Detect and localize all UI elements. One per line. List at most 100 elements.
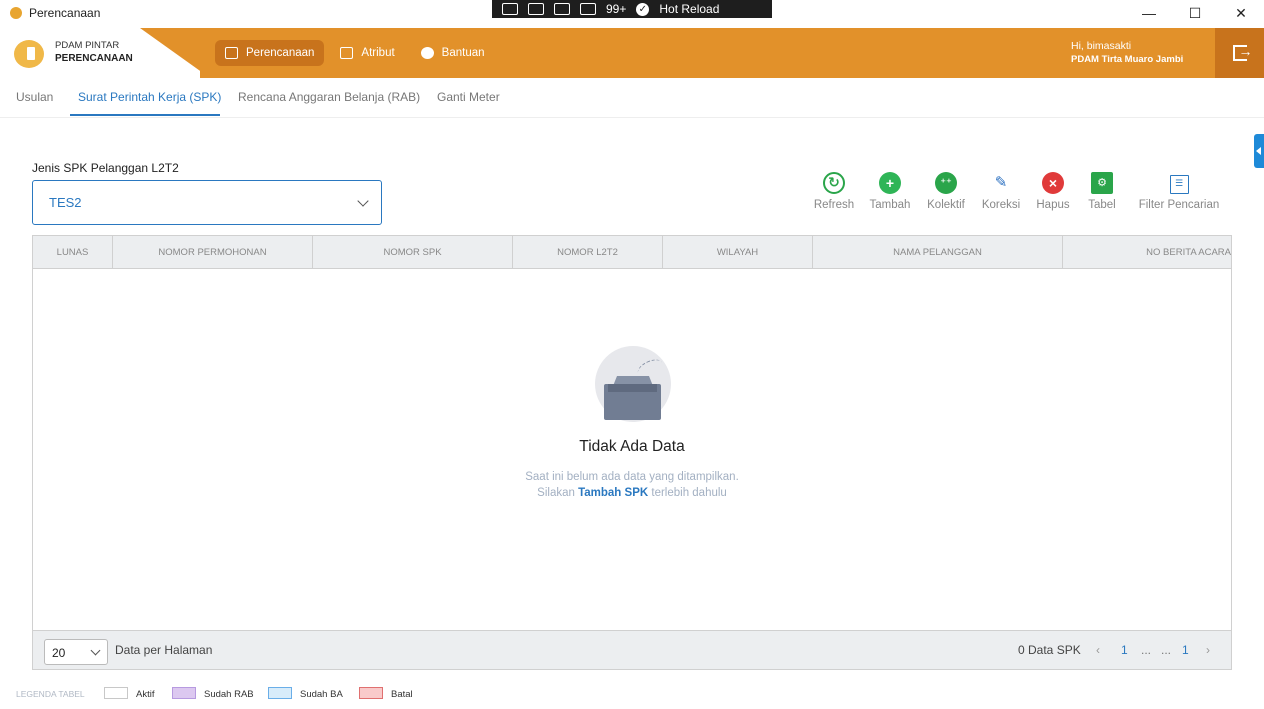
nav-bantuan[interactable]: Bantuan bbox=[411, 40, 495, 66]
page-first[interactable]: 1 bbox=[1121, 643, 1128, 657]
jenis-spk-select[interactable]: TES2 bbox=[32, 180, 382, 225]
column-header[interactable]: NOMOR SPK bbox=[313, 236, 513, 268]
prev-page-button[interactable]: ‹ bbox=[1096, 643, 1100, 657]
page-size-select[interactable]: 20 bbox=[44, 639, 108, 665]
page-ellipsis: ... bbox=[1141, 643, 1152, 657]
empty-line-2-suffix: terlebih dahulu bbox=[651, 487, 727, 499]
spk-table: LUNAS NOMOR PERMOHONAN NOMOR SPK NOMOR L… bbox=[32, 235, 1232, 670]
empty-box-lid bbox=[608, 384, 657, 392]
add-label: Tambah bbox=[869, 199, 911, 211]
legend-swatch-sudah-ba bbox=[268, 687, 292, 699]
side-panel-toggle[interactable] bbox=[1254, 134, 1264, 168]
display-icon[interactable] bbox=[580, 3, 596, 15]
debug-toolbar: 99+ ✓ Hot Reload bbox=[492, 0, 772, 18]
layout-icon[interactable] bbox=[554, 3, 570, 15]
refresh-button[interactable]: ↻ Refresh bbox=[812, 172, 856, 211]
column-header[interactable]: NOMOR PERMOHONAN bbox=[113, 236, 313, 268]
hot-reload-check-icon: ✓ bbox=[636, 2, 650, 16]
nav-atribut[interactable]: Atribut bbox=[330, 40, 404, 66]
table-gear-icon: ⚙ bbox=[1091, 172, 1113, 194]
user-greeting: Hi, bimasakti bbox=[1071, 40, 1132, 52]
filter-label: Filter Pencarian bbox=[1138, 199, 1220, 211]
column-header[interactable]: NO BERITA ACARA bbox=[1063, 236, 1231, 268]
maximize-button[interactable]: ☐ bbox=[1180, 2, 1210, 24]
page-last[interactable]: 1 bbox=[1182, 643, 1189, 657]
user-organization: PDAM Tirta Muaro Jambi bbox=[1071, 54, 1184, 65]
column-header[interactable]: LUNAS bbox=[33, 236, 113, 268]
logout-button[interactable] bbox=[1215, 28, 1264, 78]
page-ellipsis: ... bbox=[1161, 643, 1172, 657]
brand-module: PERENCANAAN bbox=[55, 53, 133, 64]
select-icon[interactable] bbox=[528, 3, 544, 15]
tab-spk[interactable]: Surat Perintah Kerja (SPK) bbox=[78, 90, 221, 104]
nav-label: Perencanaan bbox=[246, 47, 315, 59]
nav-perencanaan[interactable]: Perencanaan bbox=[215, 40, 325, 66]
brand: PDAM PINTAR PERENCANAAN bbox=[0, 28, 200, 78]
correct-button[interactable]: ✎ Koreksi bbox=[980, 172, 1022, 211]
empty-line-1: Saat ini belum ada data yang ditampilkan… bbox=[525, 471, 739, 483]
empty-line-2: Silakan Tambah SPK terlebih dahulu bbox=[33, 485, 1231, 501]
empty-line-2-prefix: Silakan bbox=[537, 487, 575, 499]
table-label: Tabel bbox=[1088, 199, 1116, 211]
module-tabs: Usulan Surat Perintah Kerja (SPK) Rencan… bbox=[0, 80, 1264, 118]
chat-icon bbox=[420, 47, 434, 59]
legend-swatch-aktif bbox=[104, 687, 128, 699]
pdam-logo-icon bbox=[14, 40, 44, 68]
app-icon bbox=[10, 7, 22, 19]
legend-swatch-batal bbox=[359, 687, 383, 699]
correct-label: Koreksi bbox=[981, 199, 1021, 211]
title-bar: Perencanaan 99+ ✓ Hot Reload — ☐ ✕ bbox=[0, 0, 1264, 28]
add-icon: + bbox=[879, 172, 901, 194]
delete-label: Hapus bbox=[1036, 199, 1070, 211]
next-page-button[interactable]: › bbox=[1206, 643, 1210, 657]
legend-label: Aktif bbox=[136, 689, 155, 700]
add-button[interactable]: + Tambah bbox=[867, 172, 913, 211]
table-footer: 20 Data per Halaman 0 Data SPK ‹ 1 ... .… bbox=[33, 630, 1231, 669]
total-count: 0 Data SPK bbox=[1018, 643, 1081, 657]
refresh-label: Refresh bbox=[813, 199, 855, 211]
delete-button[interactable]: × Hapus bbox=[1034, 172, 1072, 211]
collective-label: Kolektif bbox=[927, 199, 965, 211]
inspect-icon[interactable] bbox=[502, 3, 518, 15]
list-icon bbox=[225, 47, 238, 59]
filter-icon: ☰ bbox=[1169, 175, 1189, 194]
hot-reload-label[interactable]: Hot Reload bbox=[659, 2, 719, 16]
brand-name: PDAM PINTAR bbox=[55, 40, 120, 51]
main-nav: Perencanaan Atribut Bantuan bbox=[215, 40, 495, 66]
per-page-label: Data per Halaman bbox=[115, 643, 213, 657]
filter-button[interactable]: ☰ Filter Pencarian bbox=[1136, 175, 1222, 211]
tab-ganti-meter[interactable]: Ganti Meter bbox=[437, 90, 500, 104]
minimize-button[interactable]: — bbox=[1134, 2, 1164, 24]
legend-title: LEGENDA TABEL bbox=[16, 689, 85, 699]
collective-icon: ⁺⁺ bbox=[935, 172, 957, 194]
refresh-icon: ↻ bbox=[823, 172, 845, 194]
empty-description: Saat ini belum ada data yang ditampilkan… bbox=[33, 469, 1231, 501]
window-title: Perencanaan bbox=[29, 6, 101, 20]
column-header[interactable]: NOMOR L2T2 bbox=[513, 236, 663, 268]
edit-icon: ✎ bbox=[990, 172, 1012, 194]
tab-rab[interactable]: Rencana Anggaran Belanja (RAB) bbox=[238, 90, 420, 104]
page-size-value: 20 bbox=[52, 646, 66, 660]
app-header: PDAM PINTAR PERENCANAAN Perencanaan Atri… bbox=[0, 28, 1264, 78]
chevron-down-icon bbox=[90, 645, 101, 656]
binding-failures-badge[interactable]: 99+ bbox=[606, 2, 626, 16]
table-settings-button[interactable]: ⚙ Tabel bbox=[1084, 172, 1120, 211]
legend-label: Batal bbox=[391, 689, 413, 700]
column-header[interactable]: NAMA PELANGGAN bbox=[813, 236, 1063, 268]
table-header: LUNAS NOMOR PERMOHONAN NOMOR SPK NOMOR L… bbox=[33, 236, 1231, 269]
jenis-spk-value: TES2 bbox=[49, 195, 82, 210]
logout-icon bbox=[1232, 43, 1253, 61]
chevron-down-icon bbox=[357, 195, 369, 207]
legend-label: Sudah BA bbox=[300, 689, 343, 700]
tab-usulan[interactable]: Usulan bbox=[16, 90, 53, 104]
delete-icon: × bbox=[1042, 172, 1064, 194]
legend-swatch-sudah-rab bbox=[172, 687, 196, 699]
nav-label: Bantuan bbox=[441, 47, 485, 59]
legend-label: Sudah RAB bbox=[204, 689, 254, 700]
empty-title: Tidak Ada Data bbox=[579, 438, 685, 455]
collective-button[interactable]: ⁺⁺ Kolektif bbox=[924, 172, 968, 211]
column-header[interactable]: WILAYAH bbox=[663, 236, 813, 268]
close-button[interactable]: ✕ bbox=[1226, 2, 1256, 24]
add-spk-link[interactable]: Tambah SPK bbox=[578, 487, 648, 499]
active-tab-indicator bbox=[70, 114, 220, 116]
